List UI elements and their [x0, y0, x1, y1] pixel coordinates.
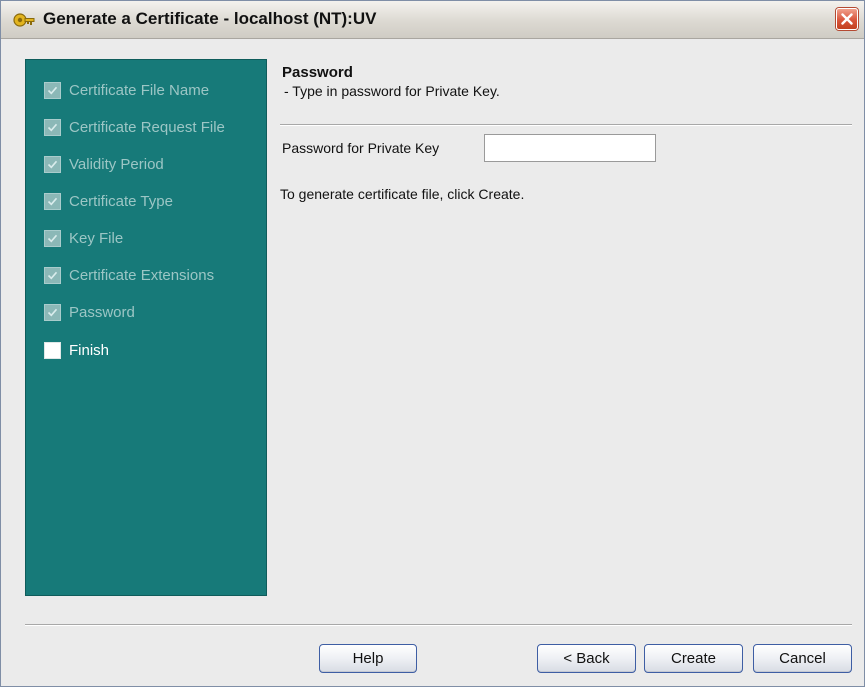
step-certificate-request-file: Certificate Request File [44, 116, 225, 138]
help-button[interactable]: Help [319, 644, 417, 673]
check-icon [44, 155, 61, 173]
cancel-button[interactable]: Cancel [753, 644, 852, 673]
step-label: Key File [69, 229, 124, 247]
step-finish: Finish [44, 339, 109, 361]
dialog-window: Generate a Certificate - localhost (NT):… [0, 0, 865, 687]
check-icon [44, 266, 61, 284]
footer-divider [25, 624, 852, 626]
page-subtitle: - Type in password for Private Key. [284, 83, 500, 99]
header-divider [280, 124, 852, 126]
step-label: Validity Period [69, 155, 164, 173]
step-label: Certificate File Name [69, 81, 210, 99]
step-label: Certificate Type [69, 192, 173, 210]
step-label: Password [69, 303, 135, 321]
back-button[interactable]: < Back [537, 644, 636, 673]
check-icon [44, 118, 61, 136]
window-title: Generate a Certificate - localhost (NT):… [43, 9, 377, 28]
step-certificate-file-name: Certificate File Name [44, 79, 209, 101]
step-certificate-extensions: Certificate Extensions [44, 264, 214, 286]
create-button[interactable]: Create [644, 644, 743, 673]
page-title: Password [282, 64, 353, 81]
certificate-app-icon [13, 11, 35, 29]
step-label: Certificate Request File [69, 118, 225, 136]
check-icon [44, 192, 61, 210]
close-icon [841, 13, 853, 25]
password-label: Password for Private Key [282, 140, 440, 156]
instruction-text: To generate certificate file, click Crea… [280, 186, 525, 202]
step-label: Finish [69, 341, 110, 359]
wizard-steps-sidebar: Certificate File Name Certificate Reques… [25, 59, 267, 596]
private-key-password-input[interactable] [484, 134, 656, 162]
step-label: Certificate Extensions [69, 266, 215, 284]
step-key-file: Key File [44, 227, 123, 249]
step-validity-period: Validity Period [44, 153, 164, 175]
close-button[interactable] [836, 8, 858, 30]
step-password: Password [44, 301, 135, 323]
check-icon [44, 81, 61, 99]
check-icon [44, 229, 61, 247]
check-icon [44, 303, 61, 321]
title-bar[interactable]: Generate a Certificate - localhost (NT):… [1, 1, 864, 39]
unchecked-box-icon [44, 341, 61, 359]
step-certificate-type: Certificate Type [44, 190, 173, 212]
